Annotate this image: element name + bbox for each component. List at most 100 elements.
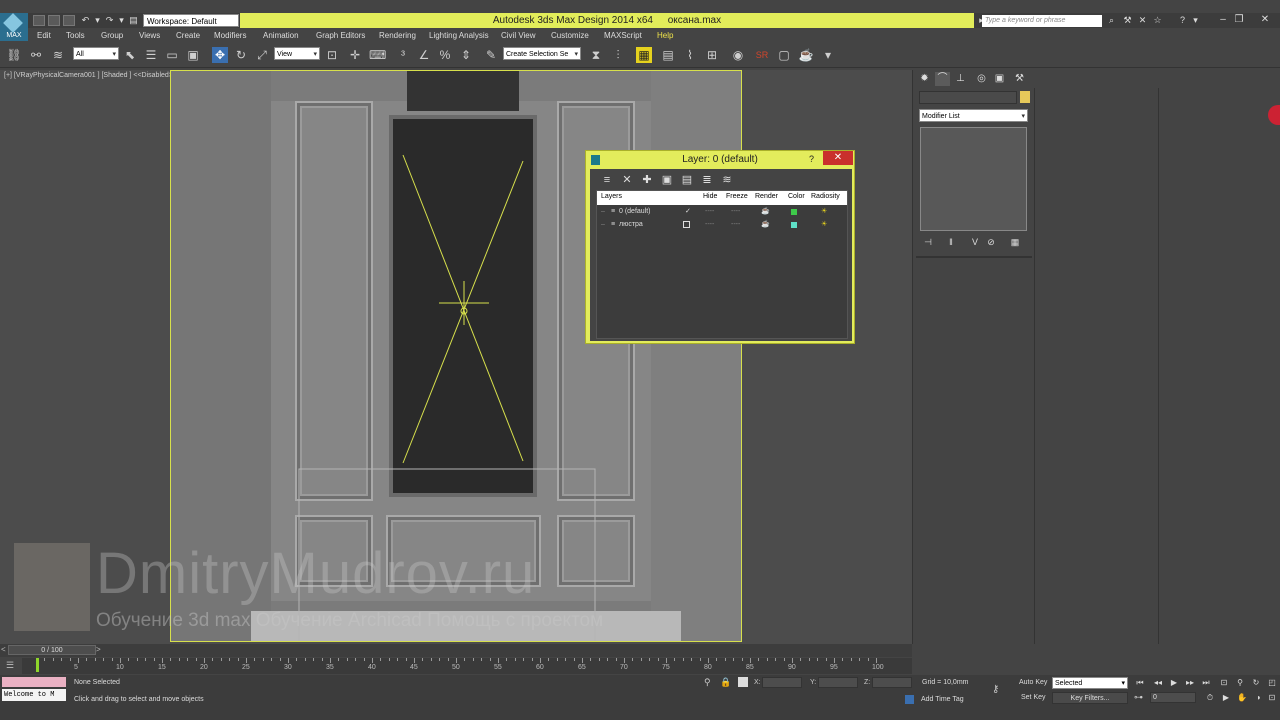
project-folder-icon[interactable]: ▤ bbox=[128, 15, 139, 26]
radiosity-icon[interactable]: ☀ bbox=[821, 220, 827, 230]
unlink-icon[interactable]: ⚯ bbox=[28, 47, 44, 63]
menu-lighting-analysis[interactable]: Lighting Analysis bbox=[429, 30, 489, 42]
new-file-icon[interactable] bbox=[33, 15, 45, 26]
add-time-tag[interactable]: Add Time Tag bbox=[921, 696, 964, 703]
layer-hide-toggle[interactable]: ---- bbox=[705, 220, 714, 230]
redo-dropdown-icon[interactable]: ▾ bbox=[116, 15, 127, 26]
mirror-icon[interactable]: ⧗ bbox=[588, 47, 604, 63]
absolute-mode-icon[interactable] bbox=[738, 677, 748, 687]
layer-color-swatch[interactable] bbox=[791, 222, 797, 228]
menu-rendering[interactable]: Rendering bbox=[379, 30, 416, 42]
layer-name[interactable]: 0 (default) bbox=[619, 207, 651, 217]
slider-next-icon[interactable]: > bbox=[96, 645, 101, 654]
menu-views[interactable]: Views bbox=[139, 30, 160, 42]
menu-edit[interactable]: Edit bbox=[37, 30, 51, 42]
menu-group[interactable]: Group bbox=[101, 30, 123, 42]
render-dropdown-icon[interactable]: ▾ bbox=[820, 47, 836, 63]
percent-snap-icon[interactable]: % bbox=[437, 47, 453, 63]
menu-graph-editors[interactable]: Graph Editors bbox=[316, 30, 365, 42]
col-layers[interactable]: Layers bbox=[601, 193, 622, 200]
add-time-tag-icon[interactable] bbox=[905, 695, 914, 704]
curve-editor-icon[interactable]: ⌇ bbox=[682, 47, 698, 63]
highlight-selected-icon[interactable]: ▤ bbox=[680, 173, 694, 187]
maxscript-listener-output[interactable] bbox=[2, 677, 66, 687]
help-icon[interactable]: ? bbox=[1177, 15, 1188, 26]
select-and-scale-icon[interactable]: ⤢ bbox=[254, 47, 270, 63]
next-frame-icon[interactable]: ▸▸ bbox=[1184, 678, 1196, 688]
viewport-nav-icon[interactable]: ◰ bbox=[1266, 678, 1278, 688]
time-slider-thumb[interactable]: 0 / 100 bbox=[8, 645, 96, 655]
key-selection-dropdown[interactable]: Selected bbox=[1052, 677, 1128, 690]
layer-hide-toggle[interactable]: ---- bbox=[705, 207, 714, 217]
set-key-button[interactable]: Set Key bbox=[1021, 694, 1046, 701]
named-selection-dropdown[interactable]: Create Selection Se bbox=[503, 47, 581, 61]
favorites-icon[interactable]: ☆ bbox=[1152, 15, 1163, 26]
x-coordinate-field[interactable] bbox=[762, 677, 802, 688]
go-to-end-icon[interactable]: ⏭ bbox=[1200, 678, 1212, 688]
field-of-view-icon[interactable]: ◑ bbox=[1252, 693, 1264, 703]
col-radiosity[interactable]: Radiosity bbox=[811, 193, 840, 200]
open-file-icon[interactable] bbox=[48, 15, 60, 26]
bind-space-warp-icon[interactable]: ≋ bbox=[50, 47, 66, 63]
layer-row[interactable]: – ≡ 0 (default) ✓ ---- ---- ☕ ☀ bbox=[597, 206, 847, 218]
active-layer-check-icon[interactable]: ✓ bbox=[685, 207, 691, 217]
show-end-result-icon[interactable]: ‖ bbox=[945, 236, 957, 248]
link-icon[interactable]: ⛓ bbox=[6, 47, 22, 63]
modifier-stack-view[interactable] bbox=[920, 127, 1027, 231]
select-and-move-icon[interactable]: ✥ bbox=[212, 47, 228, 63]
select-object-icon[interactable]: ⬉ bbox=[122, 47, 138, 63]
menu-modifiers[interactable]: Modifiers bbox=[214, 30, 246, 42]
rectangular-selection-icon[interactable]: ▭ bbox=[164, 47, 180, 63]
menu-tools[interactable]: Tools bbox=[66, 30, 85, 42]
y-coordinate-field[interactable] bbox=[818, 677, 858, 688]
remove-modifier-icon[interactable]: ⊘ bbox=[985, 236, 997, 248]
modifier-list-dropdown[interactable]: Modifier List bbox=[919, 109, 1028, 123]
go-to-start-icon[interactable]: ⏮ bbox=[1134, 678, 1146, 688]
undo-dropdown-icon[interactable]: ▾ bbox=[92, 15, 103, 26]
play-icon[interactable]: ▶ bbox=[1168, 678, 1180, 688]
material-editor-icon[interactable]: ◉ bbox=[730, 47, 746, 63]
maxscript-listener-input[interactable]: Welcome to M bbox=[2, 689, 66, 701]
collapse-icon[interactable]: – bbox=[601, 207, 605, 217]
help-dropdown-icon[interactable]: ▾ bbox=[1190, 15, 1201, 26]
rendered-frame-icon[interactable]: ▢ bbox=[776, 47, 792, 63]
select-by-name-icon[interactable]: ☰ bbox=[143, 47, 159, 63]
app-logo-icon[interactable]: MAX bbox=[0, 13, 28, 41]
schematic-view-icon[interactable]: ⊞ bbox=[704, 47, 720, 63]
render-production-icon[interactable]: ☕ bbox=[798, 47, 814, 63]
collapse-icon[interactable]: – bbox=[601, 220, 605, 230]
teapot-render-icon[interactable]: ☕ bbox=[761, 220, 770, 230]
object-color-swatch[interactable] bbox=[1020, 91, 1030, 103]
select-manipulate-icon[interactable]: ✛ bbox=[347, 47, 363, 63]
delete-layer-icon[interactable]: ✕ bbox=[620, 173, 634, 187]
isolate-selection-icon[interactable]: ⚲ bbox=[704, 677, 711, 688]
redo-icon[interactable]: ↷ bbox=[104, 15, 115, 26]
edit-named-selection-icon[interactable]: ✎ bbox=[483, 47, 499, 63]
reference-coordinate-dropdown[interactable]: View bbox=[274, 47, 320, 61]
viewport-label[interactable]: [+] [VRayPhysicalCamera001 ] [Shaded ] <… bbox=[4, 72, 177, 79]
layer-manager-icon[interactable]: ▦ bbox=[636, 47, 652, 63]
menu-animation[interactable]: Animation bbox=[263, 30, 299, 42]
spinner-snap-icon[interactable]: ⇕ bbox=[458, 47, 474, 63]
save-file-icon[interactable] bbox=[63, 15, 75, 26]
minimize-icon[interactable]: – bbox=[1216, 14, 1230, 26]
freeze-all-layers-icon[interactable]: ≋ bbox=[720, 173, 734, 187]
current-frame-field[interactable]: 0 bbox=[1150, 692, 1196, 703]
menu-customize[interactable]: Customize bbox=[551, 30, 589, 42]
pin-stack-icon[interactable]: ⊣ bbox=[922, 236, 934, 248]
previous-frame-icon[interactable]: ◂◂ bbox=[1152, 678, 1164, 688]
auto-key-button[interactable]: Auto Key bbox=[1019, 679, 1047, 686]
keyboard-shortcut-icon[interactable]: ⌨ bbox=[369, 47, 386, 63]
hierarchy-tab-icon[interactable]: ⊥ bbox=[953, 72, 968, 86]
layer-name[interactable]: люстра bbox=[619, 220, 643, 230]
utilities-tab-icon[interactable]: ⚒ bbox=[1012, 72, 1027, 86]
hide-all-layers-icon[interactable]: ≣ bbox=[700, 173, 714, 187]
selection-lock-icon[interactable]: 🔒 bbox=[720, 677, 731, 688]
menu-civil-view[interactable]: Civil View bbox=[501, 30, 536, 42]
pivot-center-icon[interactable]: ⊡ bbox=[324, 47, 340, 63]
graphite-ribbon-icon[interactable]: ▤ bbox=[660, 47, 676, 63]
align-icon[interactable]: ⫶ bbox=[610, 47, 626, 63]
select-highlighted-icon[interactable]: ▣ bbox=[660, 173, 674, 187]
create-layer-icon[interactable]: ≡ bbox=[600, 173, 614, 187]
snaps-toggle-icon[interactable]: ³ bbox=[395, 47, 411, 63]
